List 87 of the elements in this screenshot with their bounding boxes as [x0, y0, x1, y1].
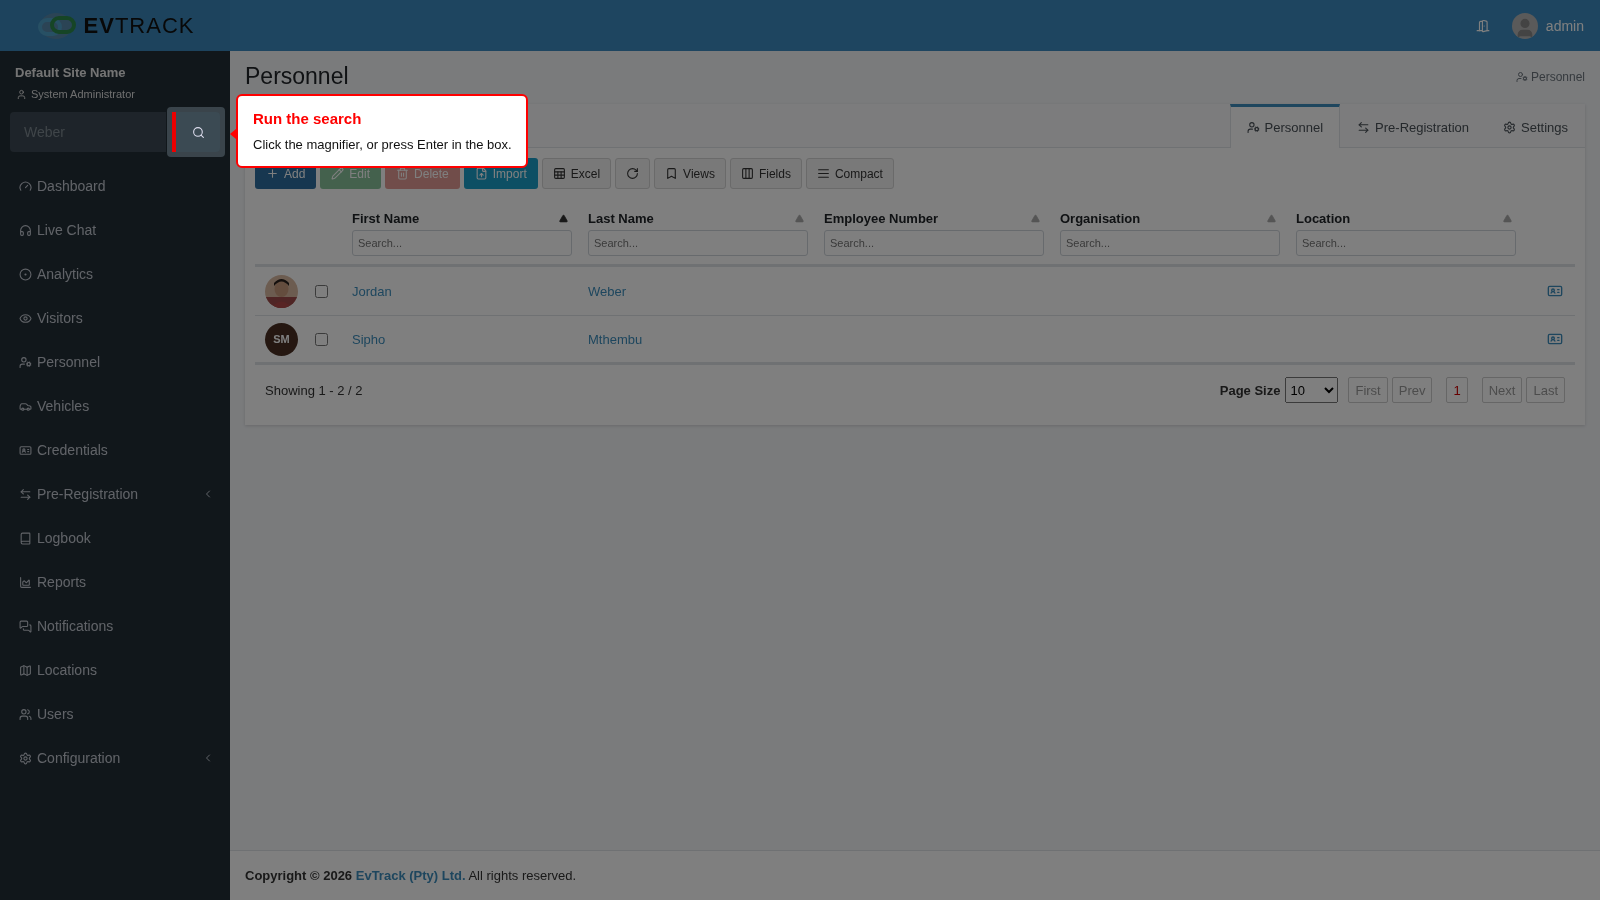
sidebar-item[interactable]: Credentials — [10, 428, 220, 472]
gear-icon — [19, 751, 32, 765]
column-header[interactable]: Employee Number — [824, 211, 939, 226]
tab[interactable]: Pre-Registration — [1340, 104, 1486, 148]
user-icon — [16, 88, 27, 100]
user-cog-icon — [1246, 121, 1260, 134]
logo-text: EVTRACK — [83, 12, 195, 39]
map-icon — [19, 663, 32, 677]
avatar: SM — [265, 322, 298, 356]
row-checkbox[interactable] — [315, 284, 328, 298]
page-button[interactable]: 1 — [1446, 377, 1468, 403]
filter-field[interactable]: Search... — [1060, 230, 1280, 256]
area-chart-icon — [19, 575, 32, 589]
sort-icon[interactable] — [1503, 214, 1512, 223]
filter-field[interactable]: Search... — [588, 230, 808, 256]
sidebar-item[interactable]: Personnel — [10, 340, 220, 384]
toolbar-button[interactable] — [615, 158, 651, 189]
door-icon[interactable] — [1475, 18, 1490, 33]
id-card-icon[interactable] — [1547, 283, 1563, 299]
table-icon — [552, 167, 566, 180]
row-summary: Showing 1 - 2 / 2 — [265, 382, 364, 398]
tab[interactable]: Settings — [1486, 104, 1585, 148]
sidebar-item[interactable]: Pre-Registration — [10, 472, 220, 516]
page-title: Personnel — [245, 63, 349, 90]
gauge-icon — [19, 179, 32, 193]
breadcrumb[interactable]: Personnel — [1530, 69, 1585, 84]
chat-icon — [19, 619, 32, 633]
eye-icon — [19, 311, 32, 325]
first-name-link[interactable]: Sipho — [352, 332, 386, 347]
tooltip-text: Click the magnifier, or press Enter in the box. — [253, 137, 512, 152]
toolbar-button[interactable]: Excel — [541, 158, 612, 189]
sort-icon[interactable] — [1031, 214, 1040, 223]
sidebar-item[interactable]: Live Chat — [10, 208, 220, 252]
first-name-link[interactable]: Jordan — [352, 284, 392, 299]
id-card-icon[interactable] — [1547, 331, 1563, 347]
sidebar-item[interactable]: Notifications — [10, 604, 220, 648]
id-card-icon — [19, 443, 32, 457]
user-cog-icon — [1515, 70, 1528, 83]
site-name: Default Site Name — [14, 65, 127, 80]
row-checkbox[interactable] — [315, 332, 328, 346]
user-avatar[interactable] — [1511, 12, 1538, 39]
sidebar-item[interactable]: Vehicles — [10, 384, 220, 428]
sidebar-item[interactable]: Visitors — [10, 296, 220, 340]
column-header[interactable]: First Name — [352, 211, 420, 226]
user-cog-icon — [19, 355, 32, 369]
target-icon — [19, 267, 32, 281]
last-name-link[interactable]: Weber — [588, 284, 627, 299]
sort-icon[interactable] — [1267, 214, 1276, 223]
tab[interactable]: Personnel — [1229, 104, 1341, 148]
lines-icon — [816, 167, 830, 180]
sidebar-item[interactable]: Logbook — [10, 516, 220, 560]
toolbar-button[interactable]: Fields — [729, 158, 802, 189]
bookmark-icon — [665, 167, 679, 180]
sort-icon[interactable] — [559, 214, 568, 223]
filter-field[interactable]: Search... — [1296, 230, 1516, 256]
sidebar-item[interactable]: Locations — [10, 648, 220, 692]
page-size-select[interactable]: 10 — [1285, 377, 1339, 403]
arrows-icon — [1357, 121, 1371, 134]
search-button[interactable] — [172, 112, 220, 152]
sidebar-item[interactable]: Users — [10, 692, 220, 736]
settings-icon — [1503, 121, 1516, 134]
sort-icon[interactable] — [795, 214, 804, 223]
search-icon — [191, 125, 205, 139]
user-name[interactable]: admin — [1545, 17, 1584, 34]
arrows-icon — [19, 487, 32, 501]
column-header[interactable]: Organisation — [1060, 211, 1141, 226]
headphones-icon — [19, 223, 32, 237]
toolbar-button[interactable]: Views — [654, 158, 726, 189]
copyright-text: Copyright © 2026 EvTrack (Pty) Ltd. All rights reserved. — [245, 868, 577, 883]
tooltip-title: Run the search — [253, 110, 363, 127]
users-icon — [19, 707, 32, 721]
filter-field[interactable]: Search... — [352, 230, 572, 256]
book-icon — [19, 531, 32, 545]
user-role: System Administrator — [31, 88, 135, 100]
page-size-label: Page Size — [1219, 382, 1281, 398]
refresh-icon — [626, 167, 640, 180]
sidebar-item[interactable]: Analytics — [10, 252, 220, 296]
company-link[interactable]: EvTrack (Pty) Ltd. — [355, 868, 466, 883]
last-name-link[interactable]: Mthembu — [588, 332, 643, 347]
sidebar-item[interactable]: Configuration — [10, 736, 220, 780]
sidebar-item[interactable]: Reports — [10, 560, 220, 604]
columns-icon — [740, 167, 754, 180]
sidebar-item[interactable]: Dashboard — [10, 164, 220, 208]
filter-field[interactable]: Search... — [824, 230, 1044, 256]
column-header[interactable]: Location — [1296, 211, 1351, 226]
column-header[interactable]: Last Name — [588, 211, 654, 226]
toolbar-button[interactable]: Compact — [805, 158, 894, 189]
